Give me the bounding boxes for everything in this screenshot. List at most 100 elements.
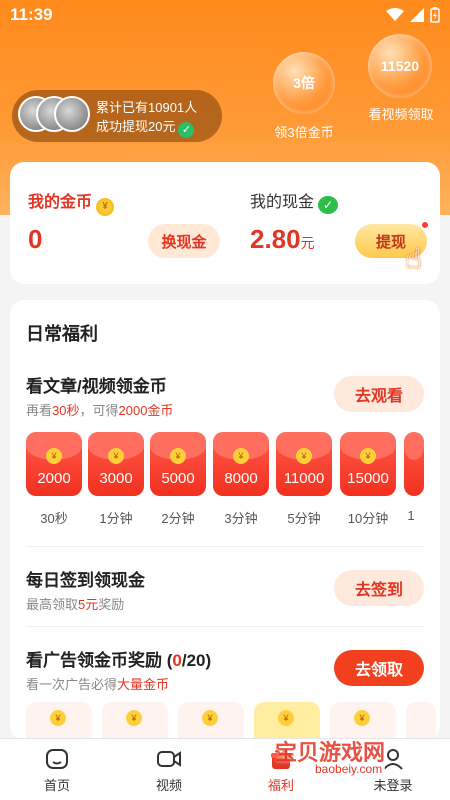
tab-video[interactable]: 视频 [134, 747, 204, 794]
envelope-time-label: 30秒 [40, 511, 68, 526]
cash-balance-value: 2.80 [250, 224, 301, 254]
notification-dot [420, 220, 430, 230]
watch-button[interactable]: 去观看 [334, 376, 424, 412]
ads-title-pre: 看广告领金币奖励 ( [26, 651, 173, 670]
ad-reward-tile[interactable]: ¥ [102, 702, 168, 740]
envelope-amount: 8000 [224, 470, 258, 487]
coin-icon: ¥ [108, 448, 124, 464]
reward-envelopes: ¥2000 30秒 ¥3000 1分钟 ¥5000 2分钟 ¥8000 3分钟 … [26, 432, 440, 532]
avatar-group [18, 96, 98, 136]
triple-coins-value: 3倍 [293, 75, 315, 91]
envelope-amount: 3000 [99, 470, 133, 487]
read-task-remaining-time: 30秒 [52, 403, 80, 418]
tab-home-label: 首页 [43, 778, 70, 793]
read-task-subtitle: 再看30秒，可得2000金币 [26, 400, 173, 419]
daily-benefits-title: 日常福利 [26, 324, 98, 344]
signin-task-title: 每日签到领现金 [26, 571, 145, 590]
stats-line-2: 成功提现20元 [96, 119, 176, 134]
coin-icon: ¥ [50, 710, 66, 726]
tab-home[interactable]: 首页 [22, 747, 92, 794]
video-reward-value: 11520 [380, 58, 420, 74]
red-envelope[interactable] [404, 432, 424, 496]
status-time: 11:39 [10, 5, 53, 24]
coin-icon: ¥ [296, 448, 312, 464]
signin-button[interactable]: 去签到 [334, 570, 424, 606]
ads-reward: 大量金币 [117, 677, 170, 692]
daily-benefits-card: 日常福利 看文章/视频领金币 再看30秒，可得2000金币 去观看 ¥2000 … [10, 300, 440, 740]
coin-icon: ¥ [202, 710, 218, 726]
wechat-icon: ✓ [318, 196, 339, 214]
video-reward-caption: 看视频领取 [368, 107, 434, 122]
signin-sub-post: 奖励 [98, 597, 125, 612]
system-icons [386, 7, 440, 28]
tap-hand-icon: ☝ [405, 243, 423, 274]
withdraw-stats-pill: 累计已有10901人 成功提现20元 ✓ [12, 90, 222, 142]
divider [26, 546, 424, 547]
ads-title-post: /20) [181, 651, 212, 670]
tab-welfare-label: 福利 [267, 778, 294, 793]
signin-task-subtitle: 最高领取5元奖励 [26, 594, 124, 613]
envelope-time-label: 2分钟 [161, 511, 195, 526]
video-reward-bubble[interactable]: 11520 [368, 34, 432, 98]
red-envelope[interactable]: ¥5000 [150, 432, 206, 496]
red-envelope[interactable]: ¥15000 [340, 432, 396, 496]
envelope-amount: 11000 [283, 470, 325, 487]
ads-watched-count: 0 [172, 651, 182, 670]
my-cash-heading: 我的现金 ✓ [250, 188, 339, 214]
red-envelope[interactable]: ¥3000 [88, 432, 144, 496]
envelope-amount: 2000 [37, 470, 71, 487]
envelope-time-label: 1分钟 [99, 511, 133, 526]
coins-balance: 0 [28, 224, 43, 254]
triple-coins-bubble[interactable]: 3倍 [273, 52, 335, 114]
envelope-amount: 15000 [347, 470, 389, 487]
coin-icon: ¥ [46, 448, 62, 464]
envelope-amount: 5000 [161, 470, 195, 487]
ad-reward-tile[interactable] [406, 702, 436, 740]
stats-line-1: 累计已有10901人 [96, 100, 198, 115]
check-icon: ✓ [178, 122, 195, 138]
ad-reward-tile[interactable]: ¥ [178, 702, 244, 740]
read-task-sub-pre: 再看 [26, 403, 53, 418]
ads-task-title: 看广告领金币奖励 (0/20) [26, 646, 211, 671]
signin-sub-pre: 最高领取 [26, 597, 79, 612]
coin-icon: ¥ [126, 710, 142, 726]
wifi-icon [386, 8, 404, 27]
wallet-card: 我的金币 ¥ 0 换现金 我的现金 ✓ 2.80元 提现 ☝ [10, 162, 440, 284]
signal-icon [410, 8, 424, 27]
coin-icon: ¥ [278, 710, 294, 726]
coin-icon: ¥ [354, 710, 370, 726]
coin-icon: ¥ [170, 448, 186, 464]
cash-balance: 2.80元 [250, 224, 315, 255]
ads-sub-pre: 看一次广告必得 [26, 677, 118, 692]
cash-unit: 元 [300, 235, 315, 251]
divider [26, 626, 424, 627]
red-envelope[interactable]: ¥11000 [276, 432, 332, 496]
coin-icon: ¥ [96, 198, 115, 216]
red-envelope[interactable]: ¥2000 [26, 432, 82, 496]
status-bar: 11:39 [0, 0, 450, 30]
avatar [54, 96, 90, 132]
red-envelope[interactable]: ¥8000 [213, 432, 269, 496]
tab-profile-label: 未登录 [373, 778, 413, 793]
exchange-cash-button[interactable]: 换现金 [148, 224, 220, 258]
watermark-url: baobeiy.com [312, 762, 386, 776]
battery-icon [430, 7, 440, 28]
coin-icon: ¥ [360, 448, 376, 464]
withdraw-stats-text: 累计已有10901人 成功提现20元 ✓ [96, 98, 197, 138]
ads-task-subtitle: 看一次广告必得大量金币 [26, 674, 169, 693]
envelope-time-label: 3分钟 [224, 511, 258, 526]
my-coins-label: 我的金币 [28, 194, 93, 211]
ad-reward-tile[interactable]: ¥ [26, 702, 92, 740]
home-icon [46, 749, 68, 769]
envelope-time-label: 5分钟 [287, 511, 321, 526]
tab-video-label: 视频 [155, 778, 182, 793]
video-icon [157, 751, 181, 767]
coin-icon: ¥ [233, 448, 249, 464]
read-task-sub-mid: ，可得 [79, 403, 119, 418]
envelope-time-label: 1 [407, 508, 415, 523]
read-task-title: 看文章/视频领金币 [26, 377, 167, 396]
my-cash-label: 我的现金 [250, 194, 315, 211]
claim-button[interactable]: 去领取 [334, 650, 424, 686]
signin-reward: 5元 [78, 597, 99, 612]
my-coins-heading: 我的金币 ¥ [28, 188, 115, 216]
